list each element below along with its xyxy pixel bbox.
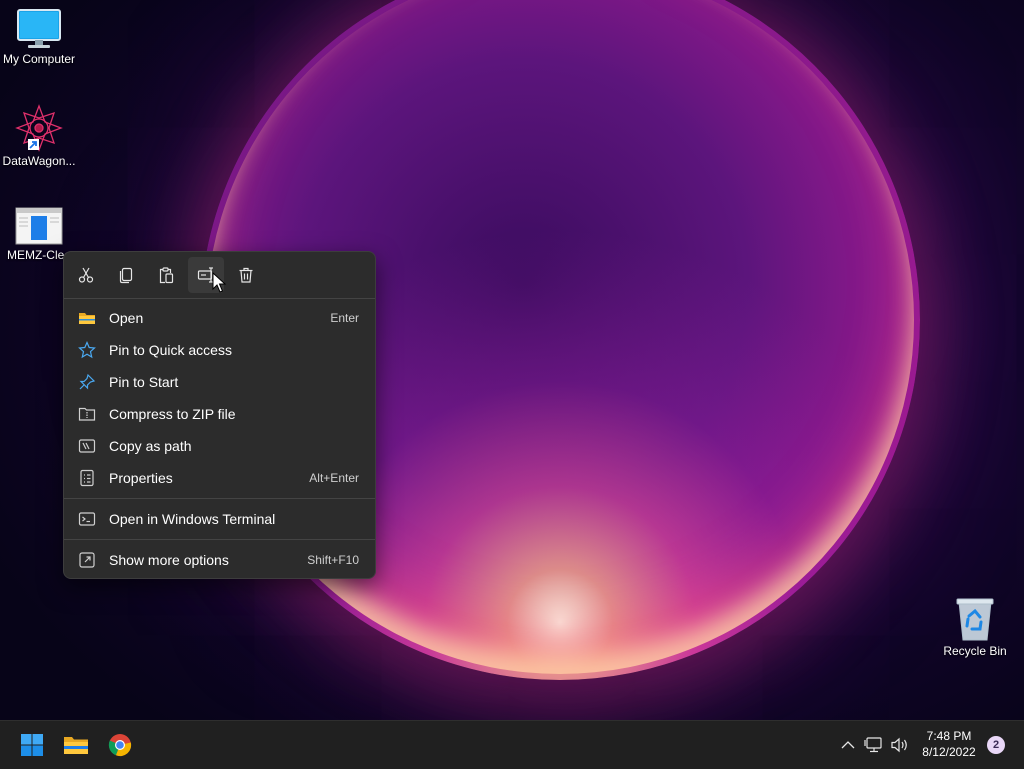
volume-icon[interactable] xyxy=(890,735,910,755)
desktop-icon-label: DataWagon... xyxy=(2,154,76,168)
menu-item-label: Pin to Quick access xyxy=(109,342,232,358)
menu-item-shortcut: Shift+F10 xyxy=(307,553,359,567)
copy-button[interactable] xyxy=(108,257,144,293)
path-icon xyxy=(77,436,97,456)
menu-separator xyxy=(64,539,375,540)
folder-icon xyxy=(64,737,88,754)
network-icon[interactable] xyxy=(864,735,884,755)
more-options-icon xyxy=(77,550,97,570)
menu-item-label: Properties xyxy=(109,470,173,486)
mouse-cursor-icon xyxy=(212,272,226,293)
context-menu: Open Enter Pin to Quick access Pin to St… xyxy=(63,251,376,579)
copy-icon xyxy=(119,267,133,284)
document-icon xyxy=(15,207,63,245)
clock-date: 8/12/2022 xyxy=(922,745,976,759)
taskbar-chrome[interactable] xyxy=(102,727,138,763)
menu-item-label: Show more options xyxy=(109,552,229,568)
menu-item-pin-quick-access[interactable]: Pin to Quick access xyxy=(68,335,371,365)
menu-item-properties[interactable]: Properties Alt+Enter xyxy=(68,463,371,493)
chrome-icon xyxy=(108,734,132,757)
trash-icon xyxy=(239,267,253,283)
menu-item-label: Copy as path xyxy=(109,438,192,454)
menu-item-label: Open in Windows Terminal xyxy=(109,511,276,527)
menu-item-open[interactable]: Open Enter xyxy=(68,303,371,333)
delete-button[interactable] xyxy=(228,257,264,293)
cut-button[interactable] xyxy=(68,257,104,293)
menu-item-label: Compress to ZIP file xyxy=(109,406,236,422)
monitor-icon xyxy=(17,9,61,48)
menu-item-shortcut: Enter xyxy=(330,311,359,325)
desktop-icon-my-computer[interactable]: My Computer xyxy=(0,8,78,66)
paste-button[interactable] xyxy=(148,257,184,293)
paste-icon xyxy=(159,267,174,284)
desktop-icon-recycle-bin[interactable]: Recycle Bin xyxy=(936,596,1014,658)
menu-item-open-terminal[interactable]: Open in Windows Terminal xyxy=(68,504,371,534)
scissors-icon xyxy=(78,267,94,283)
star-icon xyxy=(77,340,97,360)
menu-item-shortcut: Alt+Enter xyxy=(309,471,359,485)
start-button[interactable] xyxy=(14,727,50,763)
properties-icon xyxy=(77,468,97,488)
menu-item-label: Open xyxy=(109,310,144,326)
context-menu-quick-actions xyxy=(68,257,264,293)
recycle-bin-icon xyxy=(956,598,994,641)
folder-icon xyxy=(77,308,97,328)
zip-icon xyxy=(77,404,97,424)
menu-item-show-more-options[interactable]: Show more options Shift+F10 xyxy=(68,545,371,575)
menu-item-copy-as-path[interactable]: Copy as path xyxy=(68,431,371,461)
chevron-up-icon[interactable] xyxy=(838,735,858,755)
menu-item-pin-start[interactable]: Pin to Start xyxy=(68,367,371,397)
desktop-icon-label: Recycle Bin xyxy=(943,644,1007,658)
clock-time: 7:48 PM xyxy=(926,729,972,743)
notification-badge[interactable]: 2 xyxy=(987,736,1005,754)
pin-icon xyxy=(77,372,97,392)
menu-separator xyxy=(64,298,375,299)
taskbar-file-explorer[interactable] xyxy=(58,727,94,763)
terminal-icon xyxy=(77,509,97,529)
desktop-icon-datawagon[interactable]: DataWagon... xyxy=(0,104,78,168)
taskbar-clock[interactable]: 7:48 PM 8/12/2022 xyxy=(912,728,986,760)
menu-separator xyxy=(64,498,375,499)
desktop-icon-label: My Computer xyxy=(2,52,76,66)
mandala-shortcut-icon xyxy=(15,104,63,152)
windows-icon xyxy=(21,734,43,756)
taskbar: 7:48 PM 8/12/2022 2 xyxy=(0,720,1024,769)
menu-item-label: Pin to Start xyxy=(109,374,179,390)
menu-item-compress-zip[interactable]: Compress to ZIP file xyxy=(68,399,371,429)
